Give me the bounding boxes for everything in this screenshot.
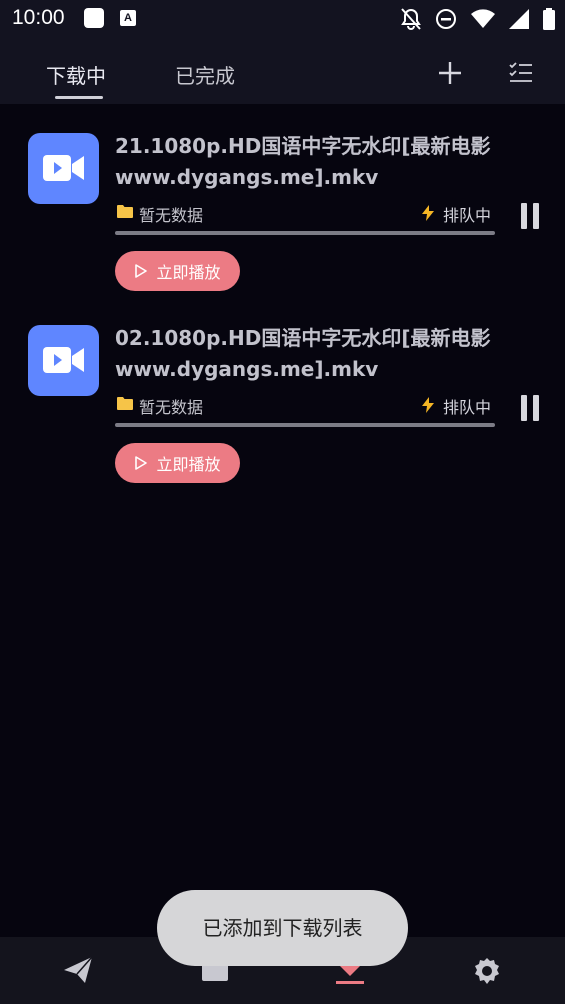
notification-square-icon <box>84 8 104 28</box>
folder-icon <box>117 397 133 410</box>
video-thumbnail <box>28 325 99 396</box>
top-tab-bar: 下载中 已完成 <box>0 40 565 104</box>
send-icon[interactable] <box>64 957 92 983</box>
notifications-off-icon <box>401 8 421 30</box>
settings-icon[interactable] <box>473 957 501 985</box>
play-now-button[interactable]: 立即播放 <box>115 251 240 291</box>
toast-message: 已添加到下载列表 <box>157 890 408 966</box>
video-camera-icon <box>43 155 84 181</box>
progress-bar <box>115 423 495 427</box>
signal-icon <box>509 9 529 29</box>
play-now-label: 立即播放 <box>156 455 221 474</box>
download-item[interactable]: 21.1080p.HD国语中字无水印[最新电影www.dygangs.me].m… <box>0 133 565 313</box>
folder-label: 暂无数据 <box>139 398 204 417</box>
tab-completed[interactable]: 已完成 <box>175 60 235 89</box>
folder-label: 暂无数据 <box>139 206 204 225</box>
lightning-icon <box>422 397 434 413</box>
play-now-label: 立即播放 <box>156 263 221 282</box>
download-status: 排队中 <box>443 206 492 225</box>
video-thumbnail <box>28 133 99 204</box>
download-status: 排队中 <box>443 398 492 417</box>
video-camera-icon <box>43 347 84 373</box>
battery-icon <box>543 8 555 30</box>
pause-icon[interactable] <box>521 395 539 421</box>
wifi-icon <box>471 9 495 28</box>
notification-a-icon: A <box>120 10 136 26</box>
play-icon <box>135 456 148 470</box>
pause-icon[interactable] <box>521 203 539 229</box>
file-name: 21.1080p.HD国语中字无水印[最新电影www.dygangs.me].m… <box>115 134 491 189</box>
play-now-button[interactable]: 立即播放 <box>115 443 240 483</box>
download-item[interactable]: 02.1080p.HD国语中字无水印[最新电影www.dygangs.me].m… <box>0 325 565 505</box>
progress-bar <box>115 231 495 235</box>
status-bar: 10:00 A <box>0 0 565 40</box>
file-name: 02.1080p.HD国语中字无水印[最新电影www.dygangs.me].m… <box>115 326 491 381</box>
folder-icon <box>117 205 133 218</box>
lightning-icon <box>422 205 434 221</box>
status-time: 10:00 <box>12 6 65 29</box>
checklist-icon[interactable] <box>508 60 534 86</box>
active-tab-indicator <box>55 96 103 99</box>
plus-icon[interactable] <box>437 60 463 86</box>
tab-downloading[interactable]: 下载中 <box>46 60 106 89</box>
play-icon <box>135 264 148 278</box>
do-not-disturb-icon <box>436 9 456 29</box>
